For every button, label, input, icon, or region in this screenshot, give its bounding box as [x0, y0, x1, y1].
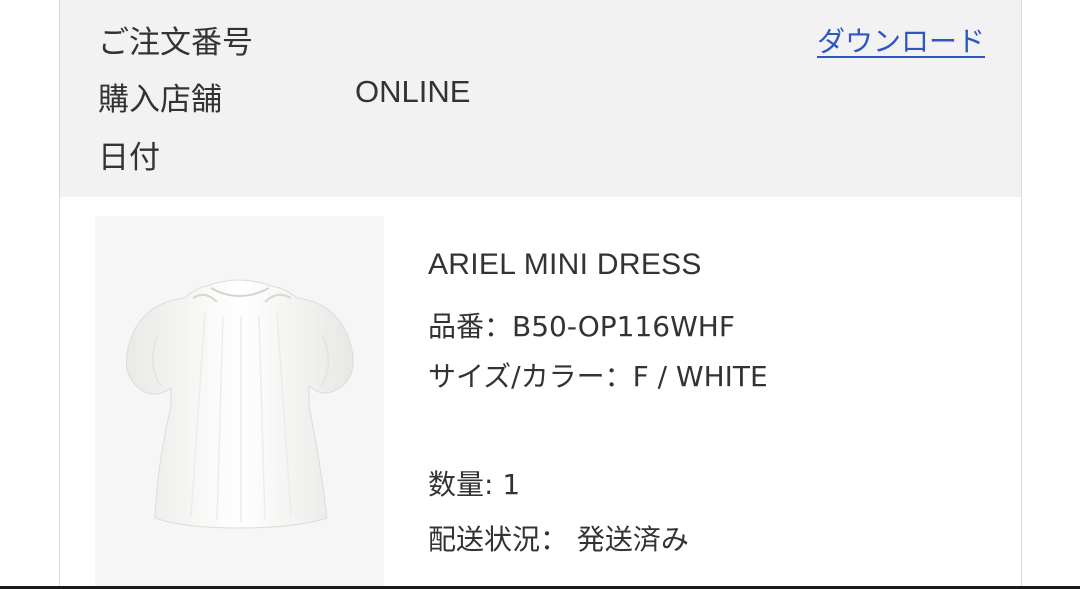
- order-card: ご注文番号 購入店舗 ONLINE 日付 ダウンロード ARIEL MINI D…: [59, 0, 1022, 589]
- store-value: ONLINE: [355, 74, 471, 109]
- download-link[interactable]: ダウンロード: [817, 20, 985, 60]
- date-label: 日付: [98, 140, 160, 176]
- order-header: ご注文番号 購入店舗 ONLINE 日付 ダウンロード: [60, 0, 1021, 197]
- shipping-status: 配送状況： 発送済み: [428, 523, 689, 556]
- product-quantity: 数量: 1: [428, 468, 521, 501]
- product-size-color: サイズ/カラー：F / WHITE: [428, 360, 768, 393]
- product-image[interactable]: [95, 216, 384, 589]
- dress-image-icon: [125, 279, 354, 529]
- product-sku: 品番：B50-OP116WHF: [428, 310, 735, 343]
- store-label: 購入店舗: [98, 82, 222, 118]
- product-name[interactable]: ARIEL MINI DRESS: [428, 248, 702, 282]
- order-number-label: ご注文番号: [98, 25, 253, 61]
